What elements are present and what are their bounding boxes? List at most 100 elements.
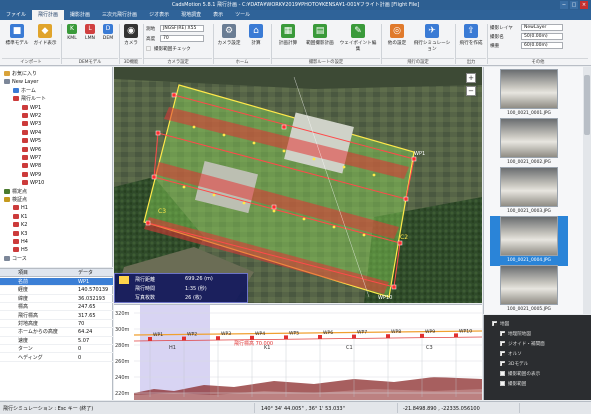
tree-node[interactable]: WP2 [22, 112, 41, 120]
menu-item[interactable]: ファイル [0, 10, 32, 20]
property-row[interactable]: 標高 247.65 [0, 303, 113, 312]
tree-node[interactable]: 検証点 [4, 196, 27, 204]
layer-input[interactable]: NewLayer [521, 24, 563, 31]
range-plan-button[interactable]: ▤ 範囲撮影計画 [304, 24, 336, 54]
menu-item[interactable]: 現地調査 [175, 10, 207, 20]
layer-item[interactable]: オルソ [500, 351, 522, 359]
flight-sim-button[interactable]: ✈ 飛行シミュレーション [412, 24, 452, 54]
photo-thumbnail[interactable]: 100_0021_0004.JPG [490, 216, 568, 266]
std-model-button[interactable]: ■ 標準モデル [4, 24, 30, 54]
waypoint-marker[interactable] [271, 204, 277, 210]
tree-node[interactable]: 標定点 [4, 188, 27, 196]
property-value[interactable]: 5.07 [78, 337, 113, 345]
layer-checkbox[interactable] [500, 331, 505, 336]
tree-node[interactable]: K1 [13, 213, 27, 221]
tree-node[interactable]: WP8 [22, 162, 41, 170]
tree-node[interactable]: お気に入り [4, 70, 37, 78]
tree-node[interactable]: WP7 [22, 154, 41, 162]
profile-wp-marker[interactable] [386, 334, 390, 339]
profile-wp-marker[interactable] [318, 335, 322, 339]
waypoint-marker[interactable] [411, 156, 417, 162]
waypoint-marker[interactable] [171, 92, 177, 98]
lmn-button[interactable]: L LMN [82, 24, 98, 54]
property-value[interactable]: 64.24 [78, 328, 113, 336]
overlap-input[interactable]: 50(0.00m) [521, 33, 563, 40]
menu-item[interactable]: ツール [229, 10, 256, 20]
tree-node[interactable]: WP10 [22, 179, 44, 187]
menu-item[interactable]: 撮影計画 [64, 10, 96, 20]
tree-node[interactable]: K3 [13, 230, 27, 238]
layer-checkbox[interactable] [500, 351, 505, 356]
export-button[interactable]: ⇪ 飛行を作成 [458, 24, 484, 54]
waypoint-edit-button[interactable]: ✎ ウェイポイント編集 [338, 24, 378, 54]
layer-item[interactable]: 地理院地図 [500, 331, 531, 339]
elevation-profile[interactable]: 320m 300m 280m 260m 240m 220m WP1 WP2 WP3 WP4 WP5… [114, 304, 482, 400]
menu-item[interactable]: 三次元飛行計画 [96, 10, 143, 20]
layer-checkbox[interactable] [500, 341, 505, 346]
waypoint-marker[interactable] [403, 196, 409, 202]
profile-wp-marker[interactable] [182, 336, 186, 341]
property-row[interactable]: 経度 140.570139 [0, 286, 113, 295]
tree-node[interactable]: 飛行ルート [13, 95, 46, 103]
minimize-icon[interactable]: − [560, 1, 568, 9]
tree-node[interactable]: H4 [13, 238, 28, 246]
tree-node[interactable]: WP5 [22, 137, 41, 145]
altitude-input[interactable]: 70 [160, 35, 204, 42]
scrollbar-thumb[interactable] [584, 75, 590, 135]
terrain-checkbox[interactable] [146, 46, 151, 51]
tree-node[interactable]: WP4 [22, 129, 41, 137]
kml-button[interactable]: K KML [64, 24, 80, 54]
sidelap-input[interactable]: 60(0.00m) [521, 42, 563, 49]
photo-thumbnail[interactable]: 100_0021_0001.JPG [490, 69, 568, 119]
zoom-out-icon[interactable]: − [466, 86, 476, 96]
tree-node[interactable]: H1 [13, 204, 28, 212]
layer-checkbox[interactable] [500, 381, 505, 386]
menu-item[interactable]: 飛行計画 [32, 10, 65, 20]
profile-wp-marker[interactable] [148, 337, 152, 341]
thumbnail-scrollbar[interactable] [583, 67, 591, 314]
profile-wp-marker[interactable] [284, 335, 288, 340]
photo-thumbnail[interactable]: 100_0021_0003.JPG [490, 167, 568, 217]
guide-model-button[interactable]: ◆ ガイド表示 [32, 24, 58, 54]
terrain-check[interactable]: 撮影範囲チェック [146, 46, 191, 52]
tree-node[interactable]: H5 [13, 246, 28, 254]
property-value[interactable]: 140.570139 [78, 286, 113, 294]
tree-node[interactable]: K2 [13, 221, 27, 229]
camera-button[interactable]: ◉ カメラ [122, 24, 140, 54]
tree-node[interactable]: ホーム [13, 87, 36, 95]
tree-node[interactable]: New Layer [4, 78, 38, 86]
menu-item[interactable]: 表示 [207, 10, 229, 20]
camera-settings-button[interactable]: ⚙ カメラ設定 [216, 24, 242, 54]
layer-item[interactable]: ジオイド・補間面 [500, 341, 545, 349]
property-value[interactable]: 247.65 [78, 303, 113, 311]
property-row[interactable]: 速度 5.07 [0, 337, 113, 345]
tree-node[interactable]: WP1 [22, 104, 41, 112]
profile-wp-marker[interactable] [216, 336, 220, 341]
profile-wp-marker[interactable] [454, 333, 458, 338]
calc-button[interactable]: ⌂ 計算 [246, 24, 266, 54]
layer-root[interactable]: 地図 [492, 321, 509, 329]
property-row[interactable]: ヘディング 0 [0, 354, 113, 362]
property-value[interactable]: WP1 [78, 278, 113, 286]
waypoint-marker[interactable] [151, 174, 157, 180]
photo-thumbnail[interactable]: 100_0021_0005.JPG [490, 265, 568, 315]
waypoint-marker[interactable] [155, 130, 161, 136]
layer-root-checkbox[interactable] [492, 321, 497, 326]
property-row[interactable]: ホームからの高度 64.24 [0, 328, 113, 337]
property-row[interactable]: 名前 WP1 [0, 278, 113, 287]
map-view[interactable]: C3 C2 WP1 WP10 + − 飛行距離 699.26 (m) 飛行時間 … [114, 67, 482, 303]
profile-wp-marker[interactable] [250, 335, 254, 340]
layer-checkbox[interactable] [500, 361, 505, 366]
property-row[interactable]: ターン 0 [0, 345, 113, 354]
dem-button[interactable]: D DEM [100, 24, 116, 54]
waypoint-marker[interactable] [145, 220, 151, 226]
layer-item[interactable]: 3Dモデル [500, 361, 528, 369]
close-icon[interactable]: × [580, 1, 588, 9]
waypoint-marker[interactable] [281, 124, 287, 130]
layer-item[interactable]: 撮影範囲の表示 [500, 371, 540, 379]
other-settings-button[interactable]: ◎ 他の設定 [384, 24, 410, 54]
layer-item[interactable]: 撮影範囲 [500, 381, 526, 389]
property-value[interactable]: 0 [78, 345, 113, 353]
property-value[interactable]: 317.65 [78, 312, 113, 320]
property-row[interactable]: 対地高度 70 [0, 320, 113, 329]
